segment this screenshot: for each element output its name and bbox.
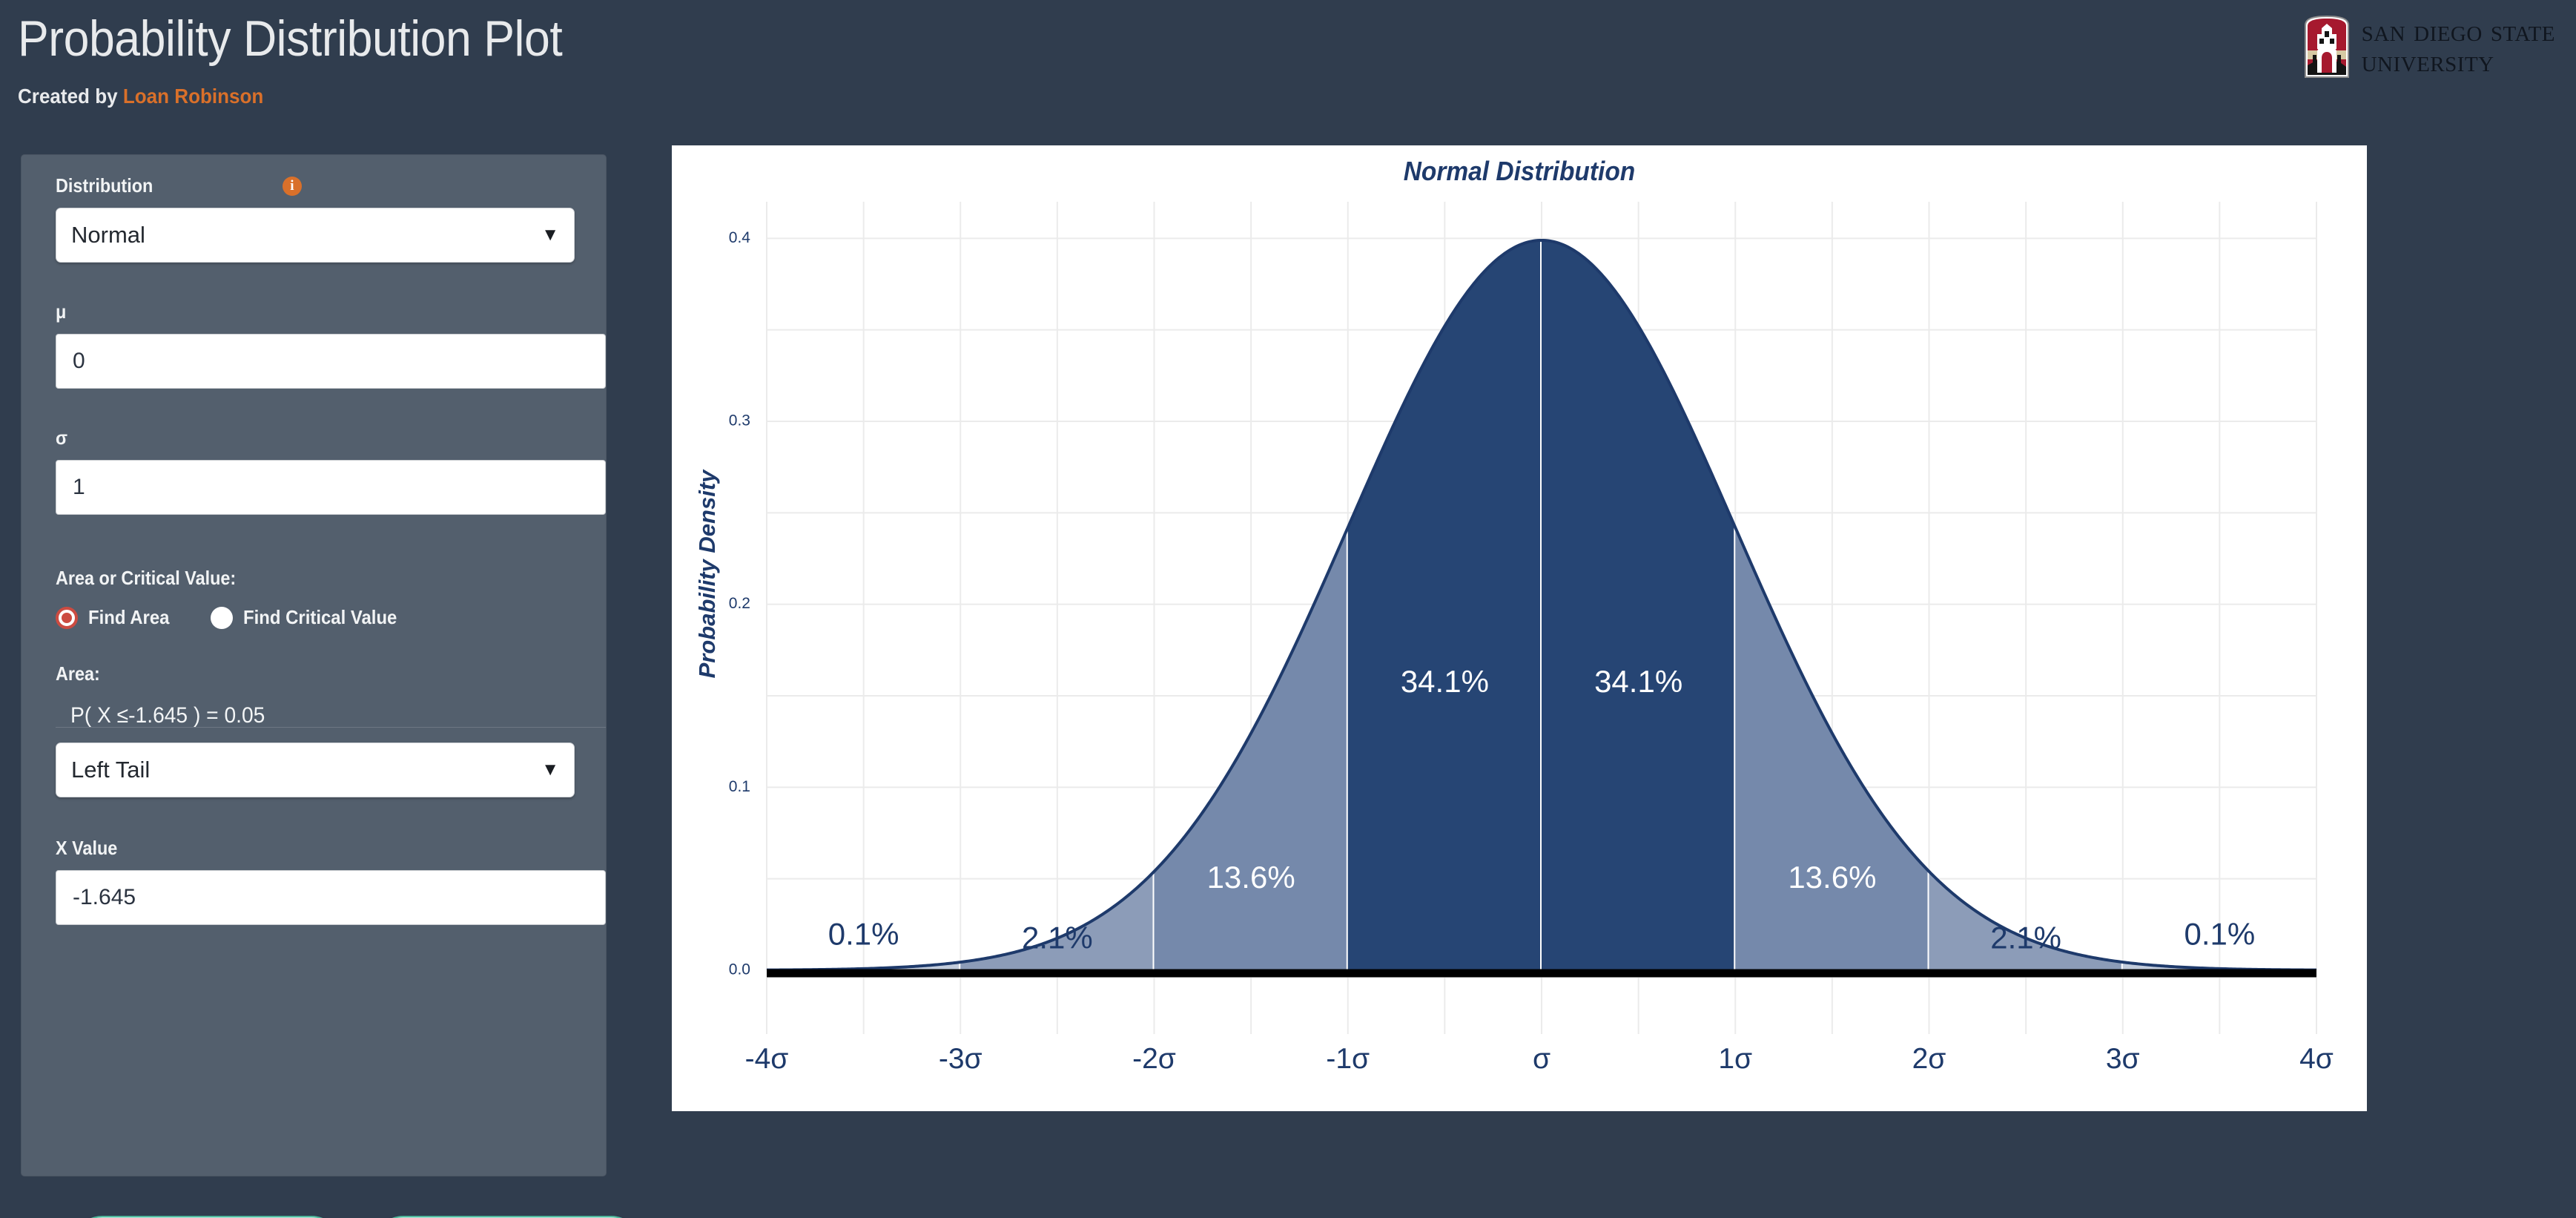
- sigma-label: σ: [56, 427, 68, 449]
- page-title: Probability Distribution Plot: [18, 10, 563, 67]
- x-tick-label: 1σ: [1718, 1043, 1752, 1075]
- area-result: Area: P( X ≤-1.645 ) = 0.05: [56, 662, 575, 728]
- mu-field: μ 0: [56, 300, 606, 389]
- x-value-label: X Value: [56, 837, 118, 859]
- sigma-input[interactable]: 1: [56, 460, 606, 515]
- distribution-select-value: Normal: [71, 222, 145, 248]
- area-expression: P( X ≤-1.645 ) = 0.05: [70, 703, 265, 728]
- sdsu-wordmark: San Diego State University: [2362, 16, 2555, 77]
- radio-find-area-label: Find Area: [88, 606, 170, 628]
- band-percent-label: 0.1%: [828, 916, 899, 951]
- band-percent-label: 13.6%: [1788, 860, 1876, 895]
- mu-input-value: 0: [73, 349, 85, 373]
- y-tick-label: 0.1: [729, 778, 750, 795]
- sdsu-crest-icon: [2304, 15, 2349, 78]
- x-tick-label: 2σ: [1912, 1043, 1946, 1075]
- x-tick-label: -2σ: [1132, 1043, 1176, 1075]
- x-tick-label: σ: [1533, 1043, 1550, 1075]
- area-label: Area:: [56, 662, 100, 685]
- band-3: [1347, 240, 1542, 970]
- x-tick-label: 3σ: [2106, 1043, 2140, 1075]
- band-percent-label: 0.1%: [2184, 916, 2256, 951]
- radio-find-critical-value[interactable]: [210, 606, 233, 629]
- sdsu-wordmark-line2: University: [2361, 45, 2494, 79]
- distribution-label: Distribution: [56, 174, 153, 197]
- band-percent-label: 34.1%: [1401, 664, 1489, 699]
- x-tick-label: -3σ: [939, 1043, 982, 1075]
- band-percent-label: 13.6%: [1207, 860, 1295, 895]
- radio-find-critical-value-label: Find Critical Value: [242, 606, 397, 628]
- distribution-select[interactable]: Normal ▼: [56, 208, 575, 263]
- probability-distribution-app: Probability Distribution Plot Created by…: [0, 0, 2576, 1218]
- sigma-input-value: 1: [73, 475, 85, 499]
- page-header: Probability Distribution Plot Created by…: [0, 0, 2576, 130]
- tail-field: Left Tail ▼: [56, 732, 575, 797]
- chevron-down-icon: ▼: [541, 760, 559, 780]
- controls-sidebar: Distribution i Normal ▼ μ 0 σ 1 Area or: [21, 154, 641, 1218]
- y-tick-label: 0.4: [729, 229, 751, 246]
- chevron-down-icon: ▼: [541, 225, 559, 245]
- byline: Created by Loan Robinson: [18, 85, 568, 108]
- mode-radio-group: Find Area Find Critical Value: [56, 606, 575, 629]
- band-percent-label: 2.1%: [1022, 920, 1093, 955]
- sdsu-wordmark-line1: San Diego State: [2361, 13, 2555, 48]
- band-percent-label: 34.1%: [1594, 664, 1682, 699]
- x-tick-label: -1σ: [1326, 1043, 1370, 1075]
- x-value-input[interactable]: -1.645: [56, 870, 606, 925]
- y-tick-label: 0.3: [729, 412, 750, 429]
- sigma-field: σ 1: [56, 427, 606, 515]
- info-icon[interactable]: i: [282, 176, 302, 196]
- radio-find-area[interactable]: [56, 606, 78, 629]
- x-tick-label: -4σ: [745, 1043, 789, 1075]
- distribution-field: Distribution i Normal ▼: [56, 174, 575, 263]
- chart-panel: Normal Distribution Probability Density …: [672, 145, 2367, 1111]
- byline-prefix: Created by: [18, 85, 123, 108]
- tail-select-value: Left Tail: [71, 757, 151, 783]
- mode-label: Area or Critical Value:: [56, 567, 237, 589]
- tail-select[interactable]: Left Tail ▼: [56, 743, 575, 797]
- x-value-input-value: -1.645: [73, 885, 136, 909]
- y-tick-label: 0.2: [729, 595, 750, 612]
- author-link[interactable]: Loan Robinson: [123, 85, 264, 108]
- mode-field: Area or Critical Value: Find Area Find C…: [56, 567, 575, 629]
- y-tick-label: 0.0: [729, 961, 750, 978]
- band-4: [1542, 240, 1736, 970]
- sdsu-logo: San Diego State University: [2304, 15, 2555, 79]
- x-tick-label: 4σ: [2299, 1043, 2334, 1075]
- mu-input[interactable]: 0: [56, 334, 606, 389]
- title-block: Probability Distribution Plot Created by…: [18, 13, 610, 108]
- x-value-field: X Value -1.645: [56, 837, 606, 925]
- mu-label: μ: [56, 300, 67, 323]
- band-percent-label: 2.1%: [1990, 920, 2061, 955]
- normal-distribution-plot: 0.0 0.1 0.2 0.3 0.4 -4σ -3σ -2σ -1σ σ 1σ 2σ 3σ 4σ 0.1%…: [729, 202, 2334, 1075]
